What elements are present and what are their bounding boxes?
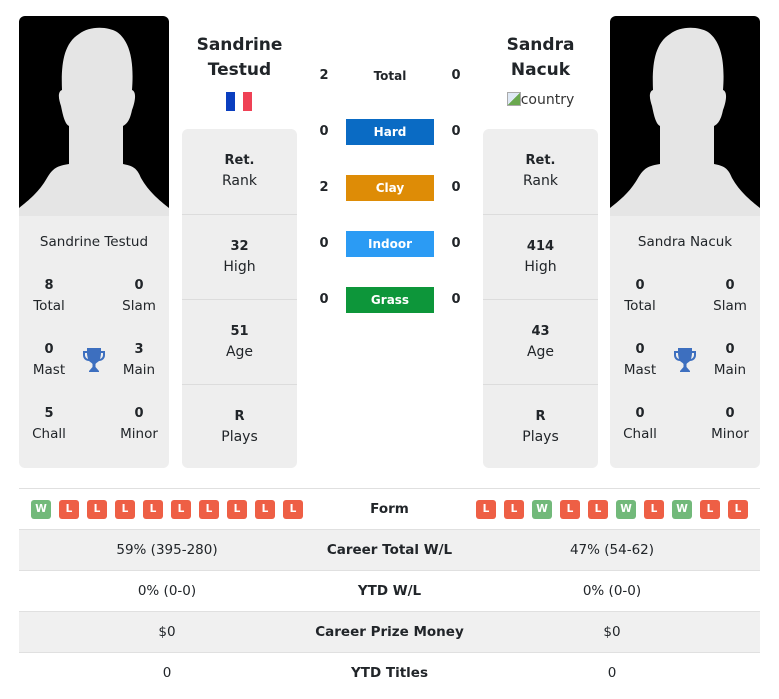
form-label: Form [370, 501, 409, 517]
career-total-wl-row: 59% (395-280) Career Total W/L 47% (54-6… [19, 530, 760, 571]
h2h-right-count: 0 [451, 292, 461, 307]
career-prize-money-left: $0 [158, 624, 176, 640]
h2h-left-count: 0 [319, 124, 329, 139]
stat-minor-right: 0 Minor [711, 406, 749, 442]
h2h-right-count: 0 [451, 236, 461, 251]
ytd-wl-label: YTD W/L [357, 583, 422, 599]
player-photo-left [19, 16, 169, 216]
career-prize-money-row: $0 Career Prize Money $0 [19, 612, 760, 653]
info-card-left: Ret. Rank 32 High 51 Age R Plays [182, 129, 297, 468]
stat-slam-right: 0 Slam [713, 278, 747, 314]
stat-total-right: 0 Total [624, 278, 656, 314]
form-badge-loss[interactable]: L [728, 500, 748, 519]
h2h-left-count: 0 [319, 292, 329, 307]
career-total-wl-left: 59% (395-280) [116, 542, 218, 558]
form-badge-loss[interactable]: L [115, 500, 135, 519]
career-prize-money-right: $0 [603, 624, 621, 640]
stat-main-right: 0 Main [713, 342, 747, 378]
player-photo-right [610, 16, 760, 216]
h2h-row-clay: 2 Clay 0 [310, 175, 470, 203]
form-badge-loss[interactable]: L [644, 500, 664, 519]
h2h-row-total: 2 Total 0 [310, 63, 470, 91]
ytd-titles-right: 0 [607, 665, 617, 681]
form-badge-loss[interactable]: L [199, 500, 219, 519]
form-badge-loss[interactable]: L [560, 500, 580, 519]
h2h-row-hard: 0 Hard 0 [310, 119, 470, 147]
h2h-row-grass: 0 Grass 0 [310, 287, 470, 315]
surface-badge-clay[interactable]: Clay [346, 175, 434, 201]
high-left: 32 High [182, 214, 297, 299]
player-name-right[interactable]: Sandra Nacuk [483, 33, 598, 83]
form-right: LLWLLWLWLL [476, 500, 748, 519]
form-badge-loss[interactable]: L [87, 500, 107, 519]
form-badge-win[interactable]: W [672, 500, 692, 519]
h2h-right-count: 0 [451, 124, 461, 139]
form-badge-win[interactable]: W [31, 500, 51, 519]
stat-mast-left: 0 Mast [32, 342, 66, 378]
form-badge-loss[interactable]: L [588, 500, 608, 519]
form-badge-loss[interactable]: L [171, 500, 191, 519]
titles-card-left: Sandrine Testud 8 Total 0 Slam 0 Mast 3 Main… [19, 216, 169, 468]
stat-mast-right: 0 Mast [623, 342, 657, 378]
stat-chall-left: 5 Chall [32, 406, 66, 442]
age-right: 43 Age [483, 299, 598, 384]
france-flag-icon [226, 92, 253, 111]
comparison-table: WLLLLLLLLL Form LLWLLWLWLL 59% (395-280)… [19, 488, 760, 694]
ytd-titles-row: 0 YTD Titles 0 [19, 653, 760, 694]
surface-badge-total: Total [373, 69, 407, 83]
ytd-wl-left: 0% (0-0) [137, 583, 197, 599]
h2h-left-count: 0 [319, 236, 329, 251]
high-right: 414 High [483, 214, 598, 299]
ytd-titles-label: YTD Titles [351, 665, 428, 681]
ytd-wl-row: 0% (0-0) YTD W/L 0% (0-0) [19, 571, 760, 612]
country-flag-broken-image: country [483, 92, 598, 108]
player-name-left-card: Sandrine Testud [39, 234, 149, 250]
stat-slam-left: 0 Slam [122, 278, 156, 314]
player-name-left[interactable]: Sandrine Testud [182, 33, 297, 83]
rank-right: Ret. Rank [523, 153, 558, 189]
surface-badge-hard[interactable]: Hard [346, 119, 434, 145]
stat-chall-right: 0 Chall [623, 406, 657, 442]
career-prize-money-label: Career Prize Money [315, 624, 464, 640]
form-badge-loss[interactable]: L [504, 500, 524, 519]
form-badge-loss[interactable]: L [283, 500, 303, 519]
career-total-wl-right: 47% (54-62) [569, 542, 655, 558]
ytd-wl-right: 0% (0-0) [582, 583, 642, 599]
surface-badge-indoor[interactable]: Indoor [346, 231, 434, 257]
titles-card-right: Sandra Nacuk 0 Total 0 Slam 0 Mast 0 Main 0C… [610, 216, 760, 468]
career-total-wl-label: Career Total W/L [326, 542, 453, 558]
info-card-right: Ret. Rank 414 High 43 Age R Plays [483, 129, 598, 468]
stat-main-left: 3 Main [122, 342, 156, 378]
h2h-right-count: 0 [451, 180, 461, 195]
form-badge-loss[interactable]: L [255, 500, 275, 519]
plays-right: R Plays [483, 384, 598, 469]
form-badge-loss[interactable]: L [143, 500, 163, 519]
form-badge-loss[interactable]: L [700, 500, 720, 519]
h2h-left-count: 2 [319, 180, 329, 195]
broken-image-icon [506, 92, 521, 106]
form-badge-loss[interactable]: L [59, 500, 79, 519]
surface-badge-grass[interactable]: Grass [346, 287, 434, 313]
form-badge-win[interactable]: W [532, 500, 552, 519]
h2h-right-count: 0 [451, 68, 461, 83]
rank-left: Ret. Rank [222, 153, 257, 189]
plays-left: R Plays [182, 384, 297, 469]
silhouette-icon [610, 27, 760, 216]
form-badge-loss[interactable]: L [227, 500, 247, 519]
stat-total-left: 8 Total [33, 278, 65, 314]
trophy-icon [674, 348, 696, 372]
age-left: 51 Age [182, 299, 297, 384]
h2h-row-indoor: 0 Indoor 0 [310, 231, 470, 259]
silhouette-icon [19, 27, 169, 216]
h2h-left-count: 2 [319, 68, 329, 83]
form-row: WLLLLLLLLL Form LLWLLWLWLL [19, 489, 760, 530]
form-badge-loss[interactable]: L [476, 500, 496, 519]
form-badge-win[interactable]: W [616, 500, 636, 519]
ytd-titles-left: 0 [162, 665, 172, 681]
trophy-icon [83, 348, 105, 372]
form-left: WLLLLLLLLL [31, 500, 303, 519]
player-name-right-card: Sandra Nacuk [637, 234, 733, 250]
stat-minor-left: 0 Minor [120, 406, 158, 442]
